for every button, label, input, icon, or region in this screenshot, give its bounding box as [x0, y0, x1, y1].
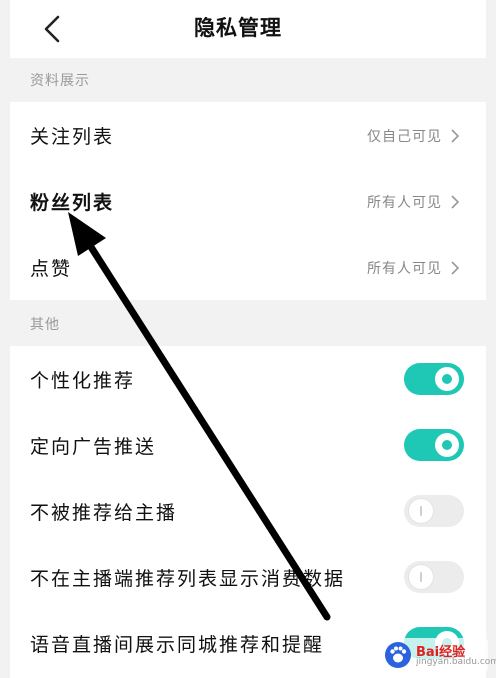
row-likes[interactable]: 点赞 所有人可见	[10, 234, 486, 300]
toggle-knob	[409, 565, 433, 589]
toggle-knob-dot	[420, 506, 422, 516]
toggle-knob	[435, 367, 459, 391]
row-value: 所有人可见	[367, 261, 442, 277]
toggle-knob-dot	[442, 440, 452, 450]
section-label-profile-display: 资料展示	[30, 73, 90, 89]
row-fans-list[interactable]: 粉丝列表 所有人可见	[10, 168, 486, 234]
chevron-right-icon	[451, 261, 460, 275]
targeted-ads-toggle[interactable]	[404, 429, 464, 461]
hide-spending-data-toggle[interactable]	[404, 561, 464, 593]
row-following-list[interactable]: 关注列表 仅自己可见	[10, 102, 486, 168]
row-label: 个性化推荐	[30, 370, 136, 392]
toggle-knob	[409, 499, 433, 523]
row-label: 点赞	[30, 258, 73, 280]
watermark-url: jingyan.baidu.com	[416, 657, 496, 667]
baidu-watermark: Bai经验 jingyan.baidu.com	[380, 638, 496, 672]
chevron-right-icon	[451, 129, 460, 143]
row-label: 语音直播间展示同城推荐和提醒	[30, 634, 325, 656]
section-label-other: 其他	[30, 317, 60, 333]
page-title: 隐私管理	[194, 16, 282, 40]
row-value: 所有人可见	[367, 195, 442, 211]
row-label: 定向广告推送	[30, 436, 157, 458]
personalized-recommendation-toggle[interactable]	[404, 363, 464, 395]
toggle-knob	[435, 433, 459, 457]
privacy-settings-screen: 隐私管理 资料展示 关注列表 仅自己可见 粉丝列表 所有人可见 点赞 所有人可见…	[0, 0, 496, 678]
other-settings-card: 个性化推荐 定向广告推送 不被推荐给主播 不在主播端推荐列表显示消费数据 语音直…	[10, 346, 486, 678]
row-label: 不被推荐给主播	[30, 502, 178, 524]
row-value: 仅自己可见	[367, 129, 442, 145]
row-hide-spending-data: 不在主播端推荐列表显示消费数据	[10, 544, 486, 610]
toggle-knob-dot	[420, 572, 422, 582]
baidu-paw-logo	[385, 642, 411, 668]
row-not-recommended-to-host: 不被推荐给主播	[10, 478, 486, 544]
row-targeted-ads: 定向广告推送	[10, 412, 486, 478]
row-label: 不在主播端推荐列表显示消费数据	[30, 568, 346, 590]
chevron-right-icon	[451, 195, 460, 209]
toggle-knob-dot	[442, 374, 452, 384]
not-recommended-to-host-toggle[interactable]	[404, 495, 464, 527]
row-label: 关注列表	[30, 126, 115, 148]
row-personalized-recommendation: 个性化推荐	[10, 346, 486, 412]
profile-display-card: 关注列表 仅自己可见 粉丝列表 所有人可见 点赞 所有人可见	[10, 102, 486, 300]
row-label: 粉丝列表	[30, 192, 115, 214]
